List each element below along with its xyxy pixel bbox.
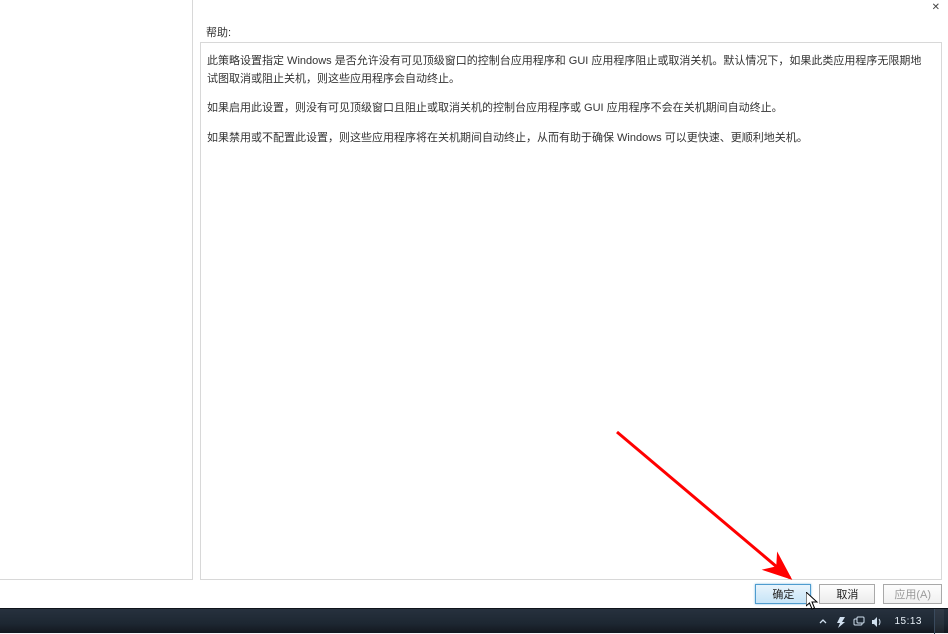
taskbar-clock[interactable]: 15:13 [894, 616, 922, 627]
help-paragraph-1: 此策略设置指定 Windows 是否允许没有可见顶级窗口的控制台应用程序和 GU… [207, 53, 929, 88]
help-label: 帮助: [206, 24, 231, 40]
help-paragraph-2: 如果启用此设置，则没有可见顶级窗口且阻止或取消关机的控制台应用程序或 GUI 应… [207, 100, 929, 118]
help-paragraph-3: 如果禁用或不配置此设置，则这些应用程序将在关机期间自动终止，从而有助于确保 Wi… [207, 130, 929, 148]
cancel-button[interactable]: 取消 [819, 584, 875, 604]
system-tray[interactable]: 15:13 [816, 609, 944, 634]
help-text: 此策略设置指定 Windows 是否允许没有可见顶级窗口的控制台应用程序和 GU… [201, 43, 941, 167]
apply-button: 应用(A) [883, 584, 942, 604]
left-panel [0, 0, 193, 580]
close-icon[interactable]: ✕ [932, 2, 940, 13]
show-desktop-button[interactable] [934, 609, 944, 634]
tray-overflow-icon[interactable] [816, 615, 830, 629]
volume-icon[interactable] [870, 615, 884, 629]
ok-button[interactable]: 确定 [755, 584, 811, 604]
dialog-button-row: 确定 取消 应用(A) [0, 580, 948, 608]
action-center-icon[interactable] [834, 615, 848, 629]
taskbar[interactable]: 15:13 [0, 608, 948, 633]
network-icon[interactable] [852, 615, 866, 629]
dialog-window: ✕ 帮助: 此策略设置指定 Windows 是否允许没有可见顶级窗口的控制台应用… [0, 0, 948, 608]
help-content-panel: 此策略设置指定 Windows 是否允许没有可见顶级窗口的控制台应用程序和 GU… [200, 42, 942, 580]
